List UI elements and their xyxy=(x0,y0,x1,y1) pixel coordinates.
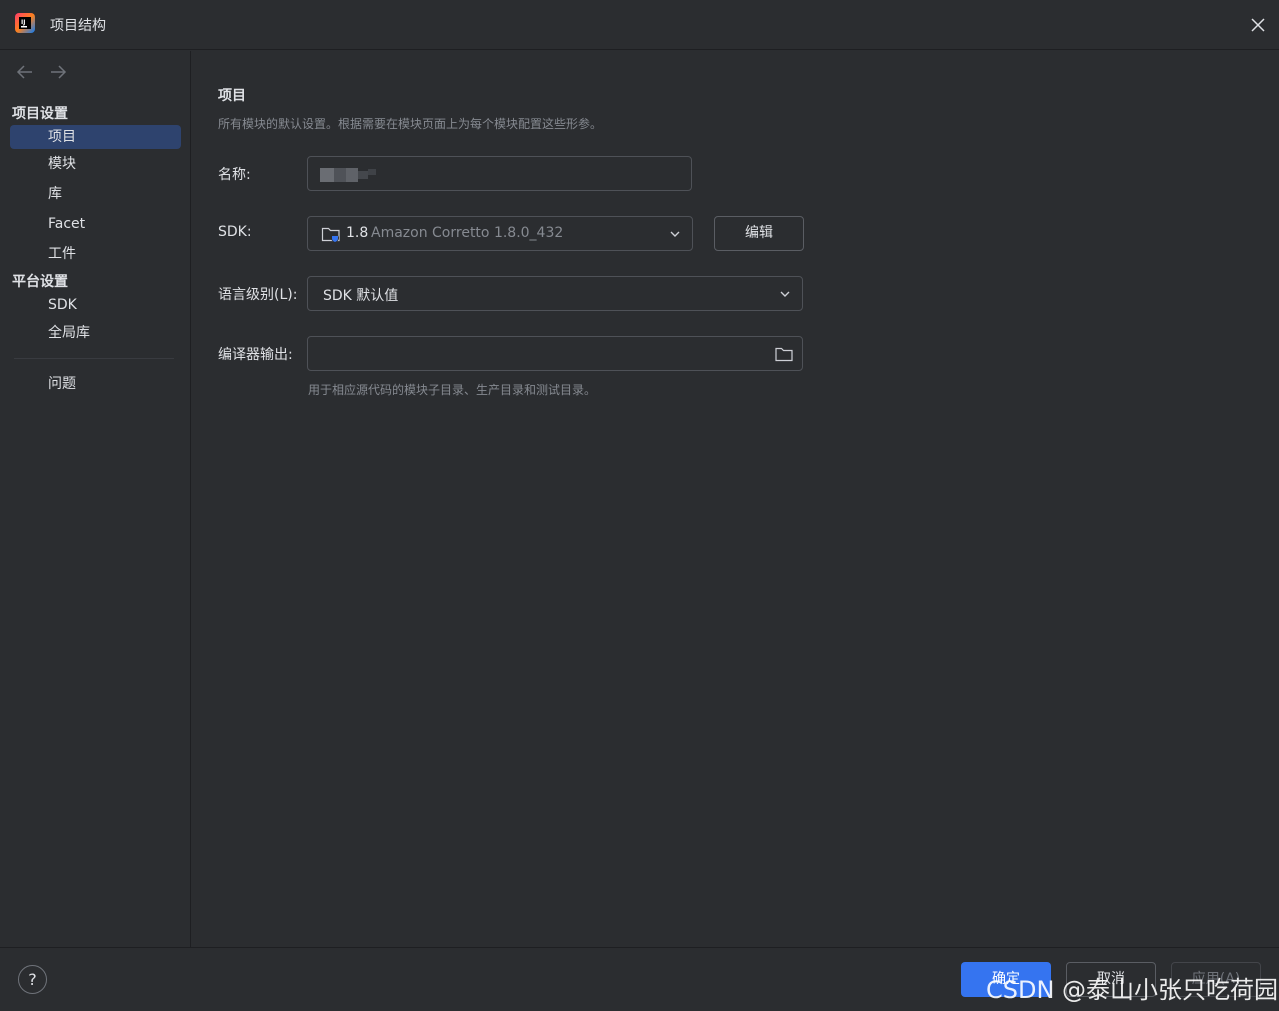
sidebar-item-project[interactable]: 项目 xyxy=(10,125,181,149)
sidebar-item-problems[interactable]: 问题 xyxy=(10,372,181,396)
compiler-output-field[interactable] xyxy=(307,336,803,371)
redacted-name-pixel xyxy=(368,169,376,175)
language-level-label: 语言级别(L): xyxy=(218,287,298,303)
sdk-folder-icon xyxy=(321,227,340,242)
sdk-version: 1.8 xyxy=(346,225,369,241)
sidebar-item-artifacts[interactable]: 工件 xyxy=(10,242,181,266)
edit-sdk-button[interactable]: 编辑 xyxy=(714,216,804,251)
arrow-right-icon[interactable] xyxy=(48,62,68,82)
name-label: 名称: xyxy=(218,167,251,183)
compiler-output-hint: 用于相应源代码的模块子目录、生产目录和测试目录。 xyxy=(308,383,597,397)
intellij-idea-logo-icon: IJ xyxy=(15,13,35,33)
compiler-output-label: 编译器输出: xyxy=(218,347,293,363)
sdk-label: SDK: xyxy=(218,224,252,240)
sidebar-item-facets[interactable]: Facet xyxy=(10,212,181,236)
page-description: 所有模块的默认设置。根据需要在模块页面上为每个模块配置这些形参。 xyxy=(218,117,603,131)
name-field[interactable] xyxy=(307,156,692,191)
sidebar-divider xyxy=(14,358,174,359)
chevron-down-icon xyxy=(670,231,680,237)
language-level-select[interactable]: SDK 默认值 xyxy=(307,276,803,311)
arrow-left-icon[interactable] xyxy=(15,62,35,82)
folder-icon[interactable] xyxy=(774,345,794,363)
redacted-name-pixel xyxy=(346,168,358,182)
watermark: CSDN @泰山小张只吃荷园 xyxy=(986,976,1279,1004)
language-level-value: SDK 默认值 xyxy=(323,288,399,304)
section-header-platform-settings: 平台设置 xyxy=(12,274,68,290)
page-title: 项目 xyxy=(218,88,246,104)
redacted-name-pixel xyxy=(334,168,346,182)
sidebar-item-global-libraries[interactable]: 全局库 xyxy=(10,321,181,345)
svg-text:IJ: IJ xyxy=(21,19,25,26)
sidebar-item-sdks[interactable]: SDK xyxy=(10,293,181,317)
redacted-name-pixel xyxy=(320,168,334,182)
window-title: 项目结构 xyxy=(50,18,106,34)
chevron-down-icon xyxy=(780,291,790,297)
title-bar: IJ 项目结构 xyxy=(0,0,1279,50)
redacted-name-pixel xyxy=(358,171,368,179)
close-icon[interactable] xyxy=(1247,14,1269,36)
sidebar-item-libraries[interactable]: 库 xyxy=(10,182,181,206)
sdk-select[interactable]: 1.8 Amazon Corretto 1.8.0_432 xyxy=(307,216,693,251)
section-header-project-settings: 项目设置 xyxy=(12,106,68,122)
sidebar-item-modules[interactable]: 模块 xyxy=(10,152,181,176)
help-icon[interactable]: ? xyxy=(18,965,47,994)
sdk-name: Amazon Corretto 1.8.0_432 xyxy=(371,225,564,241)
